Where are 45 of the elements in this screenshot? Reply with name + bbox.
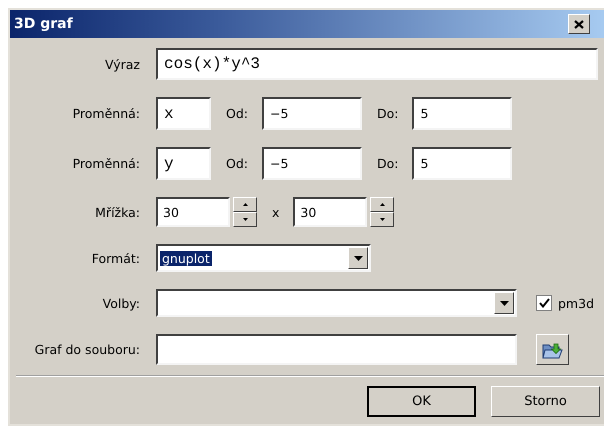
field-label: Formát: bbox=[90, 250, 140, 266]
spin-down-button[interactable] bbox=[370, 212, 394, 227]
to-field[interactable]: 5 bbox=[412, 97, 512, 130]
browse-button[interactable] bbox=[536, 334, 569, 365]
field-label: Mřížka: bbox=[94, 204, 140, 220]
from-label: Od: bbox=[226, 156, 248, 171]
from-field[interactable]: −5 bbox=[262, 97, 362, 130]
number-field[interactable]: 30 bbox=[156, 197, 230, 227]
ok-button[interactable]: OK bbox=[367, 386, 476, 417]
checkbox-label: pm3d bbox=[558, 296, 594, 310]
to-label: Do: bbox=[377, 156, 398, 171]
down-arrow-icon bbox=[380, 218, 385, 221]
spin-up-button[interactable] bbox=[370, 197, 394, 212]
spin-down-button[interactable] bbox=[233, 212, 257, 227]
expression-field[interactable]: cos(x)*y^3 bbox=[156, 48, 598, 80]
variable-field[interactable]: x bbox=[156, 97, 211, 130]
checkmark-icon bbox=[538, 298, 550, 308]
field-label: Volby: bbox=[102, 296, 140, 310]
from-label: Od: bbox=[226, 106, 248, 121]
times-label: x bbox=[272, 204, 280, 220]
checkbox[interactable] bbox=[536, 295, 552, 311]
up-arrow-icon bbox=[380, 203, 385, 206]
folder-icon bbox=[542, 340, 564, 358]
to-field[interactable]: 5 bbox=[412, 147, 512, 180]
field-label: Výraz bbox=[104, 56, 140, 72]
spin-up-button[interactable] bbox=[233, 197, 257, 212]
dropdown-arrow-icon bbox=[354, 256, 362, 260]
number-field[interactable]: 30 bbox=[293, 197, 368, 227]
close-icon bbox=[574, 20, 584, 28]
from-field[interactable]: −5 bbox=[262, 147, 362, 180]
format-value: gnuplot bbox=[160, 250, 212, 266]
to-label: Do: bbox=[377, 106, 398, 121]
down-arrow-icon bbox=[242, 218, 248, 221]
file-field[interactable] bbox=[156, 334, 517, 365]
dropdown-arrow-icon bbox=[500, 300, 508, 306]
up-arrow-icon bbox=[242, 203, 248, 206]
cancel-button[interactable]: Storno bbox=[491, 386, 600, 417]
field-label: Proměnná: bbox=[72, 106, 140, 121]
window-title: 3D graf bbox=[14, 16, 73, 32]
field-label: Proměnná: bbox=[72, 156, 140, 171]
variable-field[interactable]: y bbox=[156, 147, 211, 180]
close-button[interactable] bbox=[568, 14, 590, 34]
options-dropdown[interactable] bbox=[156, 289, 517, 317]
format-dropdown[interactable]: gnuplot bbox=[156, 244, 371, 272]
field-label: Graf do souboru: bbox=[34, 342, 140, 357]
